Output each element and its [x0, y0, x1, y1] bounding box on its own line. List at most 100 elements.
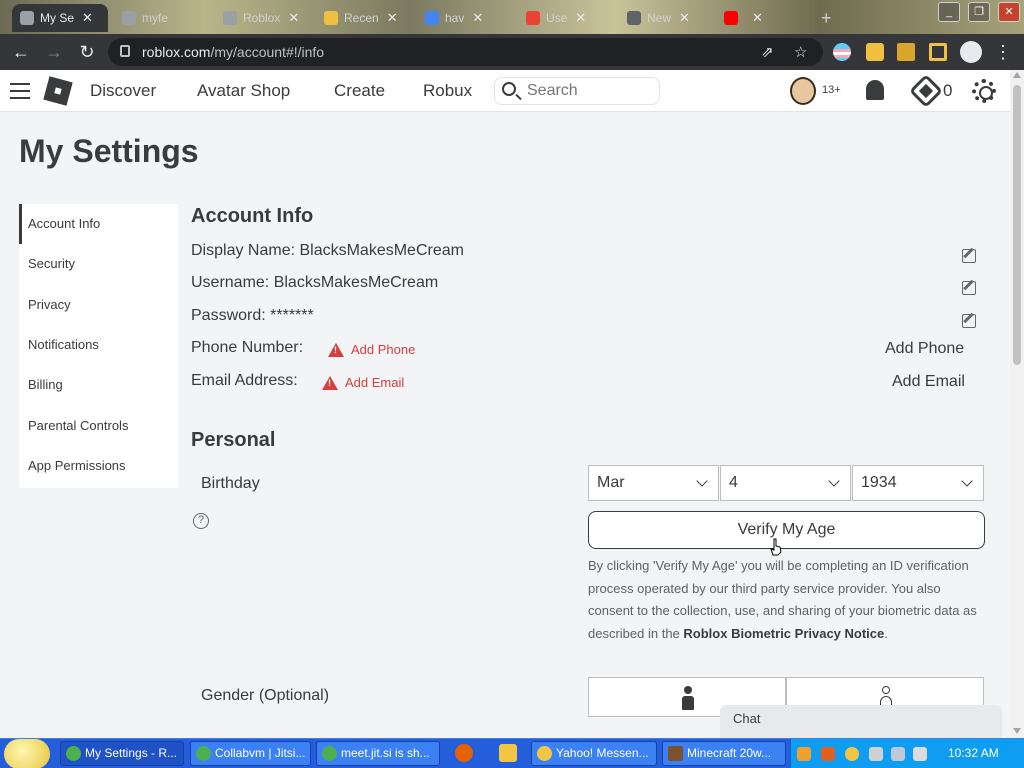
browser-tab-strip: My Se ✕ myfe Roblox ✕ Recen ✕ hav ✕ Use …: [0, 0, 1024, 34]
browser-toolbar: ← → ↻ roblox.com/my/account#!/info ⇗ ☆ ⋮: [0, 34, 1024, 70]
edit-password-icon[interactable]: [962, 314, 976, 328]
reload-icon[interactable]: ↻: [76, 41, 98, 63]
taskbar-item[interactable]: Yahoo! Messen...: [531, 741, 657, 766]
edit-username-icon[interactable]: [962, 281, 976, 295]
extension-puzzle-icon[interactable]: [866, 43, 884, 61]
window-close-button[interactable]: ✕: [998, 2, 1020, 22]
search-box[interactable]: [494, 77, 660, 105]
notifications-bell-icon[interactable]: [866, 80, 884, 100]
youtube-favicon-icon: [724, 11, 738, 25]
roblox-logo-icon[interactable]: [43, 76, 73, 106]
sidebar-item-account-info[interactable]: Account Info: [19, 204, 178, 244]
profile-avatar-icon[interactable]: [960, 41, 982, 63]
sidebar-item-notifications[interactable]: Notifications: [19, 325, 178, 365]
verify-my-age-button[interactable]: Verify My Age: [588, 511, 985, 549]
browser-tab[interactable]: Recen ✕: [316, 4, 411, 32]
folder-icon[interactable]: [499, 744, 517, 762]
hamburger-menu-icon[interactable]: [10, 83, 30, 99]
address-bar[interactable]: roblox.com/my/account#!/info ⇗ ☆: [108, 38, 823, 66]
lock-icon[interactable]: [120, 45, 130, 57]
help-icon[interactable]: ?: [193, 513, 209, 529]
birth-day-value: 4: [729, 474, 738, 491]
browser-menu-icon[interactable]: ⋮: [992, 41, 1014, 63]
tray-network-icon[interactable]: [891, 747, 905, 761]
avatar[interactable]: [790, 77, 816, 105]
birth-day-select[interactable]: 4: [720, 465, 851, 501]
chevron-down-icon: [696, 475, 708, 487]
birth-month-select[interactable]: Mar: [588, 465, 719, 501]
taskbar-item[interactable]: meet.jit.si is sh...: [316, 741, 440, 766]
scroll-down-icon[interactable]: [1013, 728, 1021, 734]
sidebar-item-privacy[interactable]: Privacy: [19, 285, 178, 325]
biometric-privacy-notice-link[interactable]: Roblox Biometric Privacy Notice: [683, 626, 884, 641]
bookmark-star-icon[interactable]: ☆: [794, 43, 807, 61]
new-tab-button[interactable]: +: [816, 4, 840, 32]
back-arrow-icon[interactable]: ←: [10, 41, 32, 63]
phone-number-label: Phone Number:: [191, 339, 304, 356]
browser-tab[interactable]: My Se ✕: [12, 4, 108, 32]
nav-avatar-shop[interactable]: Avatar Shop: [197, 81, 290, 101]
extension-icon[interactable]: [897, 43, 915, 61]
tray-search-icon[interactable]: [821, 747, 835, 761]
close-tab-icon[interactable]: ✕: [752, 10, 763, 26]
tray-volume-icon[interactable]: [913, 747, 927, 761]
side-panel-icon[interactable]: [929, 43, 947, 61]
search-icon[interactable]: [502, 82, 516, 96]
browser-tab[interactable]: Use ✕: [518, 4, 613, 32]
forward-arrow-icon[interactable]: →: [43, 41, 65, 63]
age-badge: 13+: [822, 84, 841, 96]
close-tab-icon[interactable]: ✕: [472, 10, 483, 26]
search-input[interactable]: [527, 81, 647, 101]
tab-favicon-icon: [526, 11, 540, 25]
browser-tab[interactable]: ✕: [716, 4, 814, 32]
taskbar-item[interactable]: My Settings - R...: [60, 741, 184, 766]
chat-bar[interactable]: Chat: [720, 705, 1002, 738]
sidebar-item-security[interactable]: Security: [19, 244, 178, 284]
robux-balance[interactable]: 0: [943, 81, 952, 101]
sidebar-item-parental-controls[interactable]: Parental Controls: [19, 406, 178, 446]
chevron-down-icon: [961, 475, 973, 487]
taskbar-item[interactable]: Minecraft 20w...: [662, 741, 786, 766]
close-tab-icon[interactable]: ✕: [679, 10, 690, 26]
sidebar-item-app-permissions[interactable]: App Permissions: [19, 446, 178, 486]
browser-tab[interactable]: New ✕: [619, 4, 714, 32]
page-scrollbar[interactable]: [1010, 70, 1024, 738]
share-icon[interactable]: ⇗: [761, 43, 774, 61]
account-info-heading: Account Info: [191, 205, 314, 227]
taskbar-item[interactable]: Collabvm | Jitsi...: [190, 741, 311, 766]
close-tab-icon[interactable]: ✕: [575, 10, 586, 26]
nav-robux[interactable]: Robux: [423, 81, 472, 101]
scroll-up-icon[interactable]: [1013, 72, 1021, 78]
close-tab-icon[interactable]: ✕: [82, 10, 93, 26]
firefox-icon[interactable]: [455, 744, 473, 762]
browser-tab[interactable]: hav ✕: [417, 4, 512, 32]
scrollbar-thumb[interactable]: [1013, 85, 1021, 365]
birth-year-select[interactable]: 1934: [852, 465, 984, 501]
tray-app-icon[interactable]: [797, 747, 811, 761]
email-address-label: Email Address:: [191, 372, 298, 389]
sidebar-item-billing[interactable]: Billing: [19, 365, 178, 405]
robux-icon[interactable]: [909, 74, 943, 108]
nav-discover[interactable]: Discover: [90, 81, 156, 101]
birth-month-value: Mar: [597, 474, 625, 491]
extension-flag-icon[interactable]: [833, 43, 851, 61]
add-phone-button[interactable]: Add Phone: [885, 340, 964, 358]
maximize-button[interactable]: ❐: [968, 2, 990, 22]
close-tab-icon[interactable]: ✕: [288, 10, 299, 26]
tray-messenger-icon[interactable]: [845, 747, 859, 761]
window-controls: _ ❐ ✕: [934, 0, 1024, 26]
nav-create[interactable]: Create: [334, 81, 385, 101]
minimize-button[interactable]: _: [938, 2, 960, 22]
start-button[interactable]: [4, 739, 50, 768]
url-text[interactable]: roblox.com/my/account#!/info: [142, 44, 324, 60]
tray-alert-icon[interactable]: [869, 747, 883, 761]
browser-tab-title: myfe: [142, 11, 169, 25]
add-email-button[interactable]: Add Email: [892, 373, 965, 391]
settings-gear-icon[interactable]: [972, 79, 996, 103]
edit-display-name-icon[interactable]: [962, 249, 976, 263]
close-tab-icon[interactable]: ✕: [387, 10, 398, 26]
browser-tab[interactable]: Roblox ✕: [215, 4, 310, 32]
warning-icon: [328, 342, 344, 357]
tab-favicon-icon: [627, 11, 641, 25]
browser-tab[interactable]: myfe: [114, 4, 209, 32]
